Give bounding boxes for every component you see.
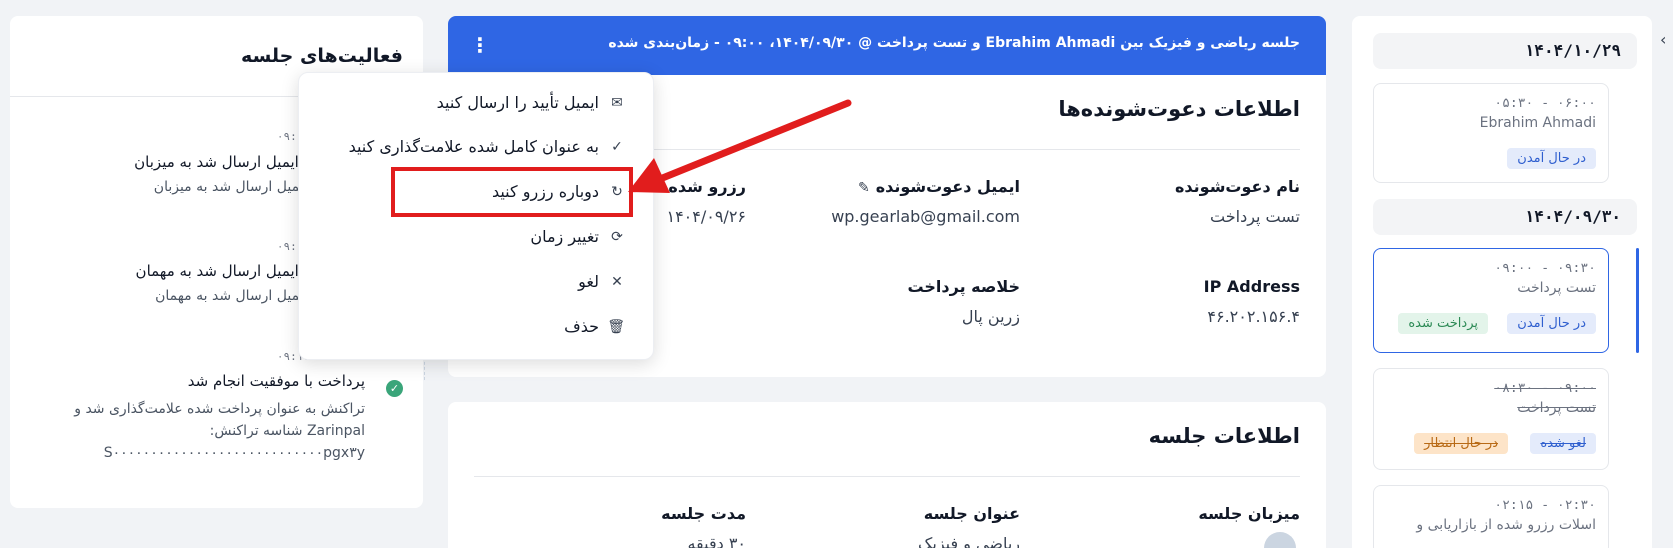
edit-pencil-icon[interactable]: ✎ — [858, 180, 870, 196]
session-title-value: ریاضی و فیزیک — [918, 534, 1020, 548]
appointment-time: ۰۸:۳۰ - ۰۹:۰۰ — [1494, 381, 1596, 396]
booked-at-label: رزرو شده در — [645, 177, 746, 196]
date-group-header: ۱۴۰۴/۱۰/۲۹ — [1373, 33, 1637, 69]
status-badge: در حال آمدن — [1507, 148, 1596, 169]
appointment-card[interactable]: ۰۲:۱۵ - ۰۲:۳۰ اسلات رزرو شده از بازاریاب… — [1373, 485, 1609, 548]
date-group-label: ۱۴۰۴/۰۹/۳۰ — [1524, 207, 1621, 226]
refresh-icon: ↻ — [611, 183, 623, 200]
activity-heading: پرداخت با موفقیت انجام شد — [187, 372, 365, 390]
activity-title: فعالیت‌های جلسه — [241, 45, 403, 67]
appointment-card-selected[interactable]: ۰۹:۰۰ - ۰۹:۳۰ تست پرداخت در حال آمدن پرد… — [1373, 248, 1609, 353]
transaction-id: S۰۰۰۰۰۰۰۰۰۰۰۰۰۰۰۰۰۰۰۰۰۰۰۰۰۰۰۰pgx۳y — [103, 445, 365, 461]
ip-address-value: ۴۶.۲۰۲.۱۵۶.۴ — [1207, 307, 1300, 326]
selected-indicator — [1636, 248, 1639, 353]
chevron-left-icon[interactable]: ‹ — [1660, 30, 1666, 49]
appointment-title: تست پرداخت — [1517, 280, 1596, 296]
appointment-time: ۰۹:۰۰ - ۰۹:۳۰ — [1494, 261, 1596, 276]
booked-at-value: ۱۴۰۴/۰۹/۲۶ — [666, 207, 746, 226]
menu-item-label: به عنوان کامل شده علامت‌گذاری کنید — [348, 137, 599, 156]
menu-item-send-confirmation[interactable]: ✉ ایمیل تأیید را ارسال کنید — [437, 93, 625, 112]
status-badge: در حال انتظار — [1414, 433, 1508, 454]
reschedule-icon: ⟳ — [611, 228, 623, 245]
appointment-time: ۰۲:۱۵ - ۰۲:۳۰ — [1494, 498, 1596, 513]
session-duration-value: ۳۰ دقیقه — [687, 534, 746, 548]
invitee-email-label-text: ایمیل دعوت‌شونده — [875, 177, 1020, 196]
invitee-email-label: ایمیل دعوت‌شونده ✎ — [858, 177, 1020, 196]
session-section-title: اطلاعات جلسه — [1148, 424, 1300, 448]
menu-item-mark-complete[interactable]: ✓ به عنوان کامل شده علامت‌گذاری کنید — [349, 137, 625, 156]
session-header-title: جلسه ریاضی و فیزیک بین Ebrahim Ahmadi و … — [608, 35, 1300, 51]
appointment-time: ۰۵:۳۰ - ۰۶:۰۰ — [1494, 96, 1596, 111]
session-header-bar: جلسه ریاضی و فیزیک بین Ebrahim Ahmadi و … — [448, 16, 1326, 75]
menu-item-label: دوباره رزرو کنید — [491, 182, 599, 201]
activity-detail-line: تراکنش به عنوان پرداخت شده علامت‌گذاری ش… — [74, 401, 365, 417]
activity-detail-line: Zarinpal شناسه تراکنش: — [209, 423, 365, 439]
menu-item-cancel[interactable]: ✕ لغو — [578, 272, 625, 291]
menu-item-label: ایمیل تأیید را ارسال کنید — [436, 93, 599, 112]
appointment-title: Ebrahim Ahmadi — [1479, 115, 1596, 131]
session-actions-menu: ✉ ایمیل تأیید را ارسال کنید ✓ به عنوان کام… — [298, 72, 654, 360]
invitee-section-title: اطلاعات دعوت‌شونده‌ها — [1058, 97, 1300, 121]
appointment-title: اسلات رزرو شده از بازاریابی و — [1416, 517, 1596, 533]
menu-item-label: تغییر زمان — [530, 227, 599, 246]
invitee-email-value: wp.gearlab@gmail.com — [831, 207, 1020, 226]
close-icon: ✕ — [611, 273, 623, 290]
invitee-name-label: نام دعوت‌شونده — [1174, 177, 1300, 196]
menu-item-label: لغو — [578, 272, 599, 291]
status-badge: در حال آمدن — [1507, 313, 1596, 334]
session-host-label: میزبان جلسه — [1198, 504, 1300, 523]
appointment-card[interactable]: ۰۸:۳۰ - ۰۹:۰۰ تست پرداخت لغو شده در حال … — [1373, 368, 1609, 470]
menu-item-label: حذف — [564, 317, 599, 336]
menu-item-rebook[interactable]: ↻ دوباره رزرو کنید — [492, 182, 625, 201]
envelope-icon: ✉ — [611, 94, 623, 111]
date-group-label: ۱۴۰۴/۱۰/۲۹ — [1524, 41, 1621, 60]
check-icon: ✓ — [611, 138, 623, 155]
session-info-card: اطلاعات جلسه میزبان جلسه عنوان جلسه ریاض… — [448, 402, 1326, 548]
payment-summary-value: زرین پال — [961, 307, 1020, 326]
menu-item-delete[interactable]: 🗑 حذف — [564, 317, 625, 336]
payment-status-badge: پرداخت شده — [1398, 313, 1488, 334]
date-group-header: ۱۴۰۴/۰۹/۳۰ — [1373, 199, 1637, 235]
appointment-title: تست پرداخت — [1517, 400, 1596, 416]
menu-item-reschedule[interactable]: ⟳ تغییر زمان — [530, 227, 625, 246]
invitee-name-value: تست پرداخت — [1210, 207, 1300, 226]
session-duration-label: مدت جلسه — [661, 504, 746, 523]
session-title-label: عنوان جلسه — [923, 504, 1020, 523]
ip-address-label: IP Address — [1203, 277, 1300, 296]
payment-summary-label: خلاصه پرداخت — [907, 277, 1020, 296]
more-options-icon[interactable]: ⋮ — [470, 33, 490, 57]
success-check-icon: ✓ — [386, 380, 403, 397]
status-badge: لغو شده — [1530, 433, 1596, 454]
section-divider — [474, 476, 1300, 477]
trash-icon: 🗑 — [607, 318, 625, 335]
appointment-card[interactable]: ۰۵:۳۰ - ۰۶:۰۰ Ebrahim Ahmadi در حال آمدن — [1373, 83, 1609, 183]
